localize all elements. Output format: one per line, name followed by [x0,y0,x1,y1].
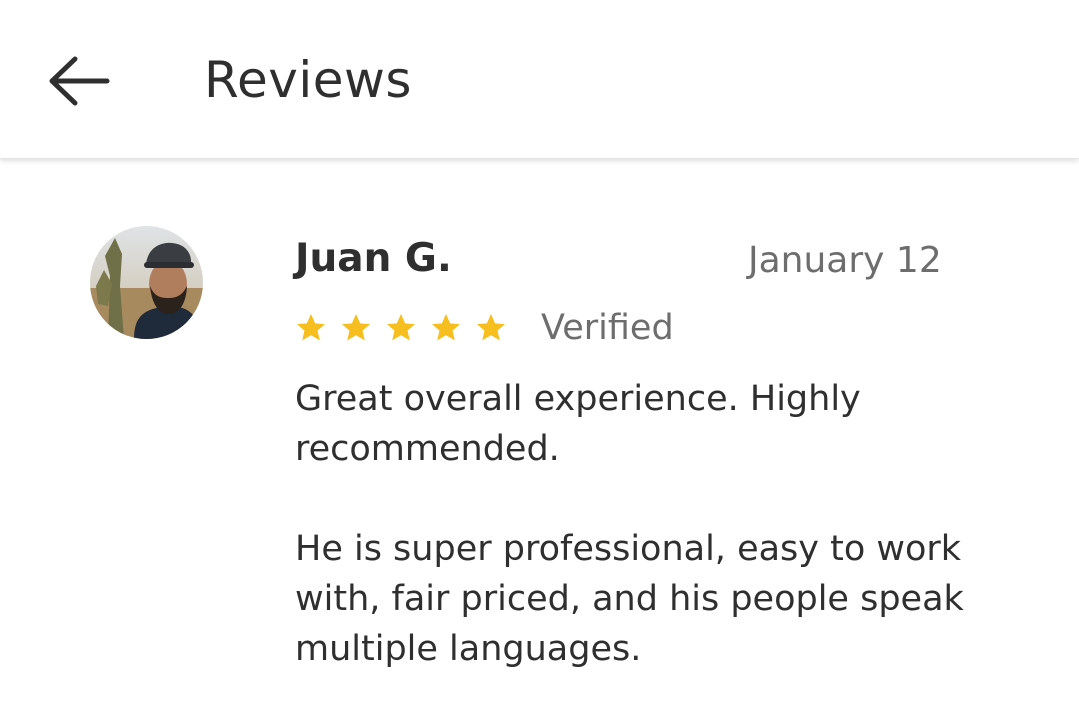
review-paragraph: He is super professional, easy to work w… [295,529,964,669]
app-bar: Reviews [0,0,1079,159]
star-icon [342,314,370,341]
review-item: Juan G. January 12 Verified Great overal… [0,158,1079,724]
arrow-left-icon [49,56,110,106]
reviewer-name: Juan G. [295,236,452,281]
star-icon [477,314,505,341]
review-text: Great overall experience. Highly recomme… [295,374,975,674]
star-icon [432,314,460,341]
review-paragraph: Great overall experience. Highly recomme… [295,379,861,469]
avatar[interactable] [90,226,203,339]
star-icon [387,314,415,341]
star-rating [295,308,520,348]
star-icon [297,314,325,341]
review-date: January 12 [748,240,942,281]
back-button[interactable] [38,46,118,116]
page-title: Reviews [204,51,412,109]
verified-label: Verified [541,308,674,348]
user-photo [90,226,203,339]
